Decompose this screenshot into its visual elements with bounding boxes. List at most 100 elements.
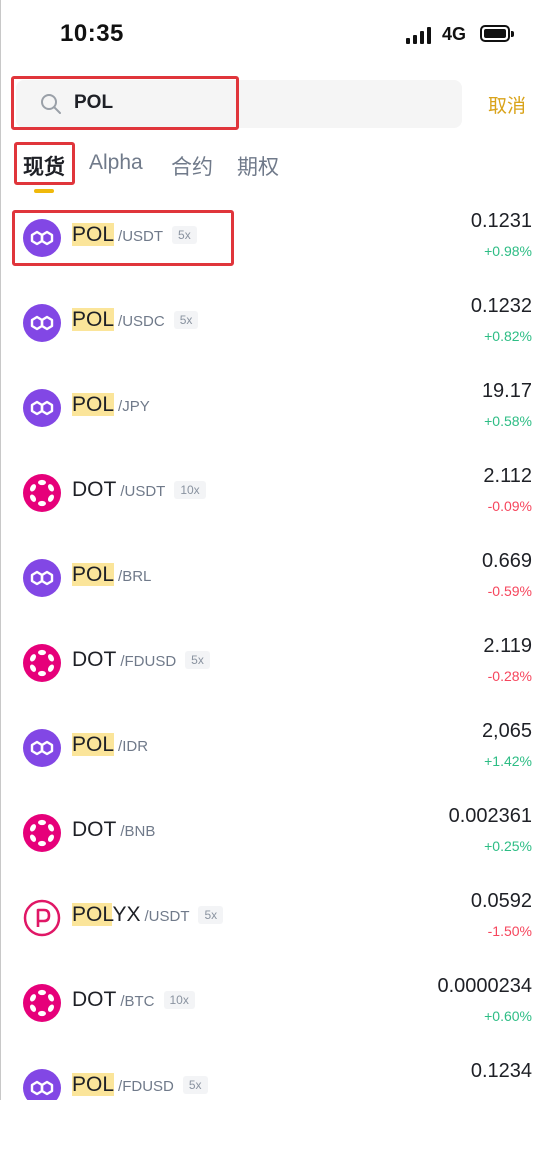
quote-asset: /BNB: [120, 823, 156, 840]
base-asset-rest: DOT: [72, 478, 117, 501]
trading-pair: DOT/USDT 10x: [72, 478, 206, 502]
search-match-highlight: POL: [72, 1073, 115, 1096]
signal-icon: [406, 26, 434, 44]
last-price: 0.0592: [470, 890, 532, 912]
search-match-highlight: POL: [72, 903, 113, 926]
base-asset: POL: [72, 393, 115, 417]
last-price: 0.1234: [470, 1060, 532, 1082]
last-price: 0.002361: [448, 805, 532, 827]
trading-pair: POL/USDT 5x: [72, 223, 197, 247]
list-item[interactable]: POL/USDT 5x 0.1231 +0.98%: [0, 207, 555, 292]
polkadot-coin-icon: [23, 814, 61, 852]
base-asset-rest: DOT: [72, 818, 117, 841]
search-match-highlight: POL: [72, 308, 115, 331]
list-item[interactable]: POL/BRL 0.669 -0.59%: [0, 547, 555, 632]
list-item[interactable]: DOT/BNB 0.002361 +0.25%: [0, 802, 555, 887]
base-asset-rest: DOT: [72, 648, 117, 671]
quote-asset: /BRL: [118, 568, 152, 585]
price-change: +1.42%: [484, 753, 532, 769]
last-price: 0.1232: [470, 295, 532, 317]
tab-alpha[interactable]: Alpha: [89, 151, 143, 175]
price-change: -0.09%: [487, 498, 532, 514]
leverage-badge: 5x: [198, 906, 224, 924]
tab-futures[interactable]: 合约: [171, 151, 213, 181]
last-price: 2,065: [481, 720, 532, 742]
trading-pair: POL/FDUSD 5x: [72, 1073, 208, 1097]
price-change: -1.50%: [487, 923, 532, 939]
list-item[interactable]: POL/IDR 2,065 +1.42%: [0, 717, 555, 802]
list-item[interactable]: DOT/FDUSD 5x 2.119 -0.28%: [0, 632, 555, 717]
base-asset: POL: [72, 223, 115, 247]
quote-asset: /BTC: [120, 993, 155, 1010]
leverage-badge: 10x: [174, 481, 206, 499]
search-match-highlight: POL: [72, 393, 115, 416]
leverage-badge: 5x: [172, 226, 197, 244]
price-change: +0.82%: [484, 328, 532, 344]
trading-pair: POL/USDC 5x: [72, 308, 199, 332]
search-bar[interactable]: POL: [16, 80, 462, 128]
last-price: 2.119: [483, 635, 532, 657]
list-fade: [0, 1100, 555, 1176]
quote-asset: /IDR: [118, 738, 149, 755]
base-asset-rest: DOT: [72, 988, 117, 1011]
polygon-coin-icon: [23, 219, 61, 257]
list-item[interactable]: POL/USDC 5x 0.1232 +0.82%: [0, 292, 555, 377]
leverage-badge: 10x: [163, 991, 195, 1009]
polygon-coin-icon: [23, 729, 61, 767]
trading-pair: DOT/BTC 10x: [72, 988, 195, 1012]
price-change: +0.58%: [484, 413, 532, 429]
price-change: +0.25%: [484, 838, 532, 854]
market-tabs: 现货 Alpha 合约 期权: [0, 145, 555, 195]
polkadot-coin-icon: [23, 984, 61, 1022]
price-change: -0.28%: [487, 668, 532, 684]
tab-spot[interactable]: 现货: [23, 151, 65, 181]
base-asset: DOT: [72, 478, 116, 502]
quote-asset: /FDUSD: [118, 1078, 174, 1095]
cancel-button[interactable]: 取消: [488, 91, 526, 118]
base-asset: POL: [72, 563, 115, 587]
base-asset-rest: YX: [112, 903, 141, 926]
quote-asset: /JPY: [118, 398, 150, 415]
list-item[interactable]: DOT/BTC 10x 0.0000234 +0.60%: [0, 972, 555, 1057]
list-item[interactable]: DOT/USDT 10x 2.112 -0.09%: [0, 462, 555, 547]
polygon-coin-icon: [23, 559, 61, 597]
trading-pair: POL/IDR: [72, 733, 148, 757]
last-price: 0.1231: [470, 210, 532, 232]
status-bar: 10:35 4G: [0, 0, 555, 70]
base-asset: DOT: [72, 988, 116, 1012]
quote-asset: /USDT: [144, 908, 190, 925]
last-price: 0.669: [481, 550, 532, 572]
polymesh-coin-icon: [23, 899, 61, 937]
leverage-badge: 5x: [173, 311, 199, 329]
leverage-badge: 5x: [182, 1076, 208, 1094]
last-price: 2.112: [483, 465, 532, 487]
last-price: 19.17: [481, 380, 532, 402]
quote-asset: /USDT: [118, 228, 164, 245]
active-tab-indicator: [34, 189, 54, 193]
trading-pair: POL/BRL: [72, 563, 151, 587]
base-asset: DOT: [72, 648, 116, 672]
base-asset: POL: [72, 1073, 115, 1097]
quote-asset: /FDUSD: [120, 653, 177, 670]
polygon-coin-icon: [23, 304, 61, 342]
trading-pair: POL/JPY: [72, 393, 150, 417]
trading-pair: POLYX/USDT 5x: [72, 903, 224, 927]
price-change: +0.60%: [484, 1008, 532, 1024]
polkadot-coin-icon: [23, 474, 61, 512]
search-match-highlight: POL: [72, 563, 115, 586]
quote-asset: /USDT: [120, 483, 166, 500]
search-match-highlight: POL: [72, 733, 115, 756]
network-type: 4G: [442, 24, 467, 44]
status-time: 10:35: [60, 20, 124, 47]
search-input[interactable]: POL: [74, 92, 113, 114]
polkadot-coin-icon: [23, 644, 61, 682]
tab-options[interactable]: 期权: [237, 151, 279, 181]
price-change: +0.98%: [484, 243, 532, 259]
quote-asset: /USDC: [118, 313, 165, 330]
base-asset: DOT: [72, 818, 116, 842]
list-item[interactable]: POLYX/USDT 5x 0.0592 -1.50%: [0, 887, 555, 972]
list-item[interactable]: POL/JPY 19.17 +0.58%: [0, 377, 555, 462]
trading-pair: DOT/BNB: [72, 818, 155, 842]
search-icon: [41, 94, 61, 114]
price-change: -0.59%: [487, 583, 532, 599]
